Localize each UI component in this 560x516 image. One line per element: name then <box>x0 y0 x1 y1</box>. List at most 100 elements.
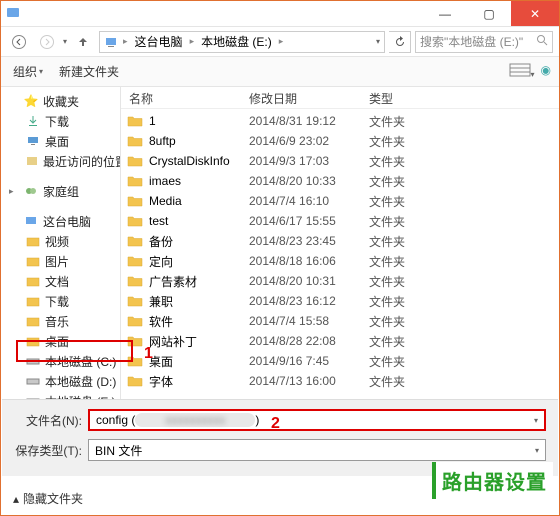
row-date: 2014/7/4 15:58 <box>249 314 369 328</box>
row-type: 文件夹 <box>369 313 449 330</box>
folder-icon <box>127 153 143 169</box>
homegroup-icon <box>23 183 39 199</box>
folder-icon <box>127 253 143 269</box>
row-name: Media <box>149 194 249 208</box>
folder-icon <box>127 113 143 129</box>
folder-icon <box>25 273 41 289</box>
watermark: 路由器设置 <box>432 462 553 499</box>
sidebar-music[interactable]: 音乐 <box>1 311 120 331</box>
crumb-drive[interactable]: 本地磁盘 (E:) <box>199 33 274 50</box>
row-date: 2014/9/16 7:45 <box>249 354 369 368</box>
row-name: imaes <box>149 174 249 188</box>
row-type: 文件夹 <box>369 113 449 130</box>
row-name: 广告素材 <box>149 273 249 290</box>
crumb-root[interactable]: 这台电脑 <box>133 33 185 50</box>
row-name: 字体 <box>149 373 249 390</box>
new-folder-button[interactable]: 新建文件夹 <box>55 61 123 82</box>
row-name: 兼职 <box>149 293 249 310</box>
row-name: 1 <box>149 114 249 128</box>
col-name[interactable]: 名称 <box>121 87 241 108</box>
refresh-button[interactable] <box>389 31 411 53</box>
back-button[interactable] <box>7 30 31 54</box>
sidebar-documents[interactable]: 文档 <box>1 271 120 291</box>
filetype-select[interactable]: BIN 文件▾ <box>88 439 546 461</box>
row-date: 2014/8/31 19:12 <box>249 114 369 128</box>
view-details-icon[interactable]: ▾ <box>509 63 535 80</box>
row-date: 2014/8/28 22:08 <box>249 334 369 348</box>
table-row[interactable]: CrystalDiskInfo2014/9/3 17:03文件夹 <box>121 151 559 171</box>
table-row[interactable]: 12014/8/31 19:12文件夹 <box>121 111 559 131</box>
redacted-text: xxxxxxxxxx <box>135 413 255 427</box>
close-button[interactable]: ✕ <box>511 1 559 26</box>
crumb-dropdown-icon[interactable]: ▾ <box>376 37 380 46</box>
row-name: 8uftp <box>149 134 249 148</box>
table-row[interactable]: 桌面2014/9/16 7:45文件夹 <box>121 351 559 371</box>
table-row[interactable]: imaes2014/8/20 10:33文件夹 <box>121 171 559 191</box>
filename-label: 文件名(N): <box>14 412 82 429</box>
sidebar-downloads2[interactable]: 下载 <box>1 291 120 311</box>
sidebar-drive-d[interactable]: 本地磁盘 (D:) <box>1 371 120 391</box>
search-input[interactable]: 搜索"本地磁盘 (E:)" <box>415 31 553 53</box>
row-name: 桌面 <box>149 353 249 370</box>
column-headers[interactable]: 名称 修改日期 类型 <box>121 87 559 109</box>
sidebar: ⭐收藏夹 下载 桌面 最近访问的位置 ▸家庭组 这台电脑 视频 图片 文档 下载… <box>1 87 121 425</box>
sidebar-recent[interactable]: 最近访问的位置 <box>1 151 120 171</box>
col-date[interactable]: 修改日期 <box>241 87 361 108</box>
row-type: 文件夹 <box>369 233 449 250</box>
row-type: 文件夹 <box>369 373 449 390</box>
table-row[interactable]: 备份2014/8/23 23:45文件夹 <box>121 231 559 251</box>
folder-icon <box>127 173 143 189</box>
filename-dropdown-icon[interactable]: ▾ <box>534 416 538 425</box>
table-row[interactable]: test2014/6/17 15:55文件夹 <box>121 211 559 231</box>
sidebar-pictures[interactable]: 图片 <box>1 251 120 271</box>
table-row[interactable]: 广告素材2014/8/20 10:31文件夹 <box>121 271 559 291</box>
chevron-right-icon: ▸ <box>187 36 198 47</box>
folder-icon <box>127 293 143 309</box>
history-dropdown-icon[interactable]: ▾ <box>63 37 67 46</box>
minimize-button[interactable]: — <box>423 1 467 26</box>
table-row[interactable]: 兼职2014/8/23 16:12文件夹 <box>121 291 559 311</box>
col-type[interactable]: 类型 <box>361 87 441 108</box>
sidebar-downloads[interactable]: 下载 <box>1 111 120 131</box>
row-name: 软件 <box>149 313 249 330</box>
table-row[interactable]: 定向2014/8/18 16:06文件夹 <box>121 251 559 271</box>
table-row[interactable]: 软件2014/7/4 15:58文件夹 <box>121 311 559 331</box>
sidebar-homegroup[interactable]: ▸家庭组 <box>1 181 120 201</box>
breadcrumb[interactable]: ▸ 这台电脑 ▸ 本地磁盘 (E:) ▸ ▾ <box>99 31 385 53</box>
sidebar-desktop[interactable]: 桌面 <box>1 131 120 151</box>
table-row[interactable]: 字体2014/7/13 16:00文件夹 <box>121 371 559 391</box>
sidebar-drive-c[interactable]: 本地磁盘 (C:) <box>1 351 120 371</box>
pc-icon <box>23 213 39 229</box>
chevron-right-icon: ▸ <box>120 36 131 47</box>
filename-input[interactable]: config (xxxxxxxxxx) ▾ <box>88 409 546 431</box>
maximize-button[interactable]: ▢ <box>467 1 511 26</box>
row-type: 文件夹 <box>369 173 449 190</box>
search-icon <box>536 34 548 49</box>
forward-button[interactable] <box>35 30 59 54</box>
table-row[interactable]: 网站补丁2014/8/28 22:08文件夹 <box>121 331 559 351</box>
row-type: 文件夹 <box>369 273 449 290</box>
up-button[interactable] <box>71 30 95 54</box>
table-row[interactable]: Media2014/7/4 16:10文件夹 <box>121 191 559 211</box>
sidebar-desktop2[interactable]: 桌面 <box>1 331 120 351</box>
sidebar-favorites[interactable]: ⭐收藏夹 <box>1 91 120 111</box>
row-date: 2014/9/3 17:03 <box>249 154 369 168</box>
row-date: 2014/6/9 23:02 <box>249 134 369 148</box>
hide-folders-toggle[interactable]: ▴ 隐藏文件夹 <box>13 490 83 507</box>
chevron-right-icon: ▸ <box>276 36 287 47</box>
folder-icon <box>127 233 143 249</box>
help-icon[interactable]: ◉ <box>541 63 551 80</box>
folder-icon <box>127 213 143 229</box>
folder-icon <box>127 133 143 149</box>
row-name: CrystalDiskInfo <box>149 154 249 168</box>
navbar: ▾ ▸ 这台电脑 ▸ 本地磁盘 (E:) ▸ ▾ 搜索"本地磁盘 (E:)" <box>1 27 559 57</box>
folder-icon <box>127 193 143 209</box>
toolbar: 组织▾ 新建文件夹 ▾ ◉ <box>1 57 559 87</box>
table-row[interactable]: 8uftp2014/6/9 23:02文件夹 <box>121 131 559 151</box>
organize-menu[interactable]: 组织▾ <box>9 61 47 82</box>
sidebar-videos[interactable]: 视频 <box>1 231 120 251</box>
row-type: 文件夹 <box>369 253 449 270</box>
sidebar-thispc[interactable]: 这台电脑 <box>1 211 120 231</box>
row-type: 文件夹 <box>369 333 449 350</box>
annotation-label-2: 2 <box>271 415 280 433</box>
